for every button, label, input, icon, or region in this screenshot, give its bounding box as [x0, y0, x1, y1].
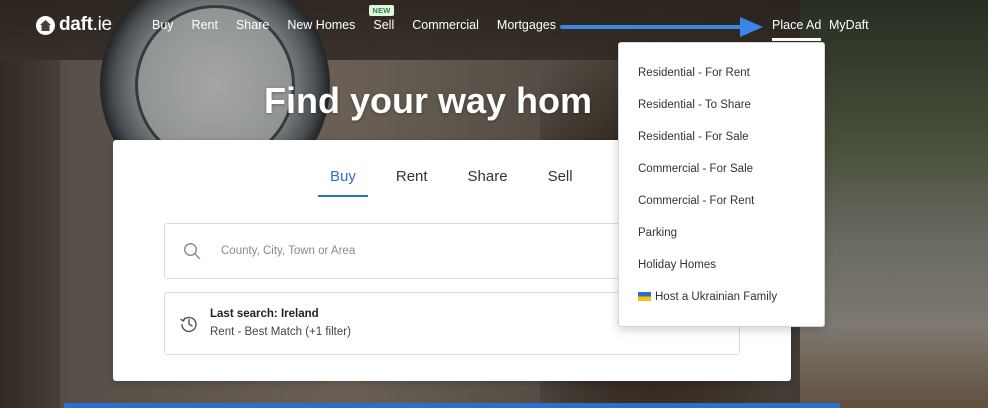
blue-banner-strip: [64, 403, 840, 408]
menu-item-holiday-homes[interactable]: Holiday Homes: [619, 249, 824, 281]
nav-new-homes[interactable]: New Homes: [287, 18, 355, 32]
search-icon: [183, 242, 201, 260]
nav-sell-label: Sell: [373, 18, 395, 32]
nav-commercial[interactable]: Commercial: [412, 18, 479, 32]
menu-item-host-ukrainian-family-label: Host a Ukrainian Family: [655, 291, 778, 303]
tab-sell[interactable]: Sell: [548, 168, 573, 197]
history-icon: [180, 316, 197, 333]
tab-buy[interactable]: Buy: [318, 168, 368, 197]
menu-item-host-ukrainian-family[interactable]: Host a Ukrainian Family: [619, 281, 824, 313]
menu-item-residential-to-share[interactable]: Residential - To Share: [619, 89, 824, 121]
nav-mortgages[interactable]: Mortgages: [497, 18, 556, 32]
place-ad-dropdown-menu: Residential - For Rent Residential - To …: [618, 42, 825, 327]
search-input[interactable]: [221, 245, 621, 257]
place-ad-button[interactable]: Place Ad: [772, 18, 822, 41]
mydaft-link[interactable]: MyDaft: [829, 18, 869, 32]
menu-item-parking[interactable]: Parking: [619, 217, 824, 249]
menu-item-residential-for-sale[interactable]: Residential - For Sale: [619, 121, 824, 153]
last-search-title: Last search: Ireland: [210, 308, 319, 320]
main-nav: Buy Rent Share New Homes NEW Sell Commer…: [152, 5, 574, 32]
nav-share[interactable]: Share: [236, 18, 269, 32]
daft-logo[interactable]: daft .ie: [36, 14, 112, 36]
hero-title: Find your way hom: [264, 80, 593, 121]
menu-item-commercial-for-rent[interactable]: Commercial - For Rent: [619, 185, 824, 217]
ukraine-flag-icon: [638, 292, 651, 301]
nav-buy[interactable]: Buy: [152, 18, 174, 32]
nav-sell[interactable]: NEW Sell: [369, 5, 395, 32]
last-search-subtitle: Rent - Best Match (+1 filter): [210, 326, 351, 338]
tab-rent[interactable]: Rent: [396, 168, 428, 197]
house-logo-icon: [36, 15, 55, 35]
search-tabs: Buy Rent Share Sell: [318, 168, 613, 197]
nav-rent[interactable]: Rent: [192, 18, 218, 32]
new-badge: NEW: [369, 5, 394, 16]
annotation-arrow-icon: [560, 17, 763, 37]
menu-item-commercial-for-sale[interactable]: Commercial - For Sale: [619, 153, 824, 185]
tab-share[interactable]: Share: [468, 168, 508, 197]
logo-name: daft: [59, 14, 93, 35]
logo-suffix: .ie: [92, 14, 112, 35]
menu-item-residential-for-rent[interactable]: Residential - For Rent: [619, 57, 824, 89]
top-navigation-bar: daft .ie Buy Rent Share New Homes NEW Sel…: [0, 0, 988, 52]
